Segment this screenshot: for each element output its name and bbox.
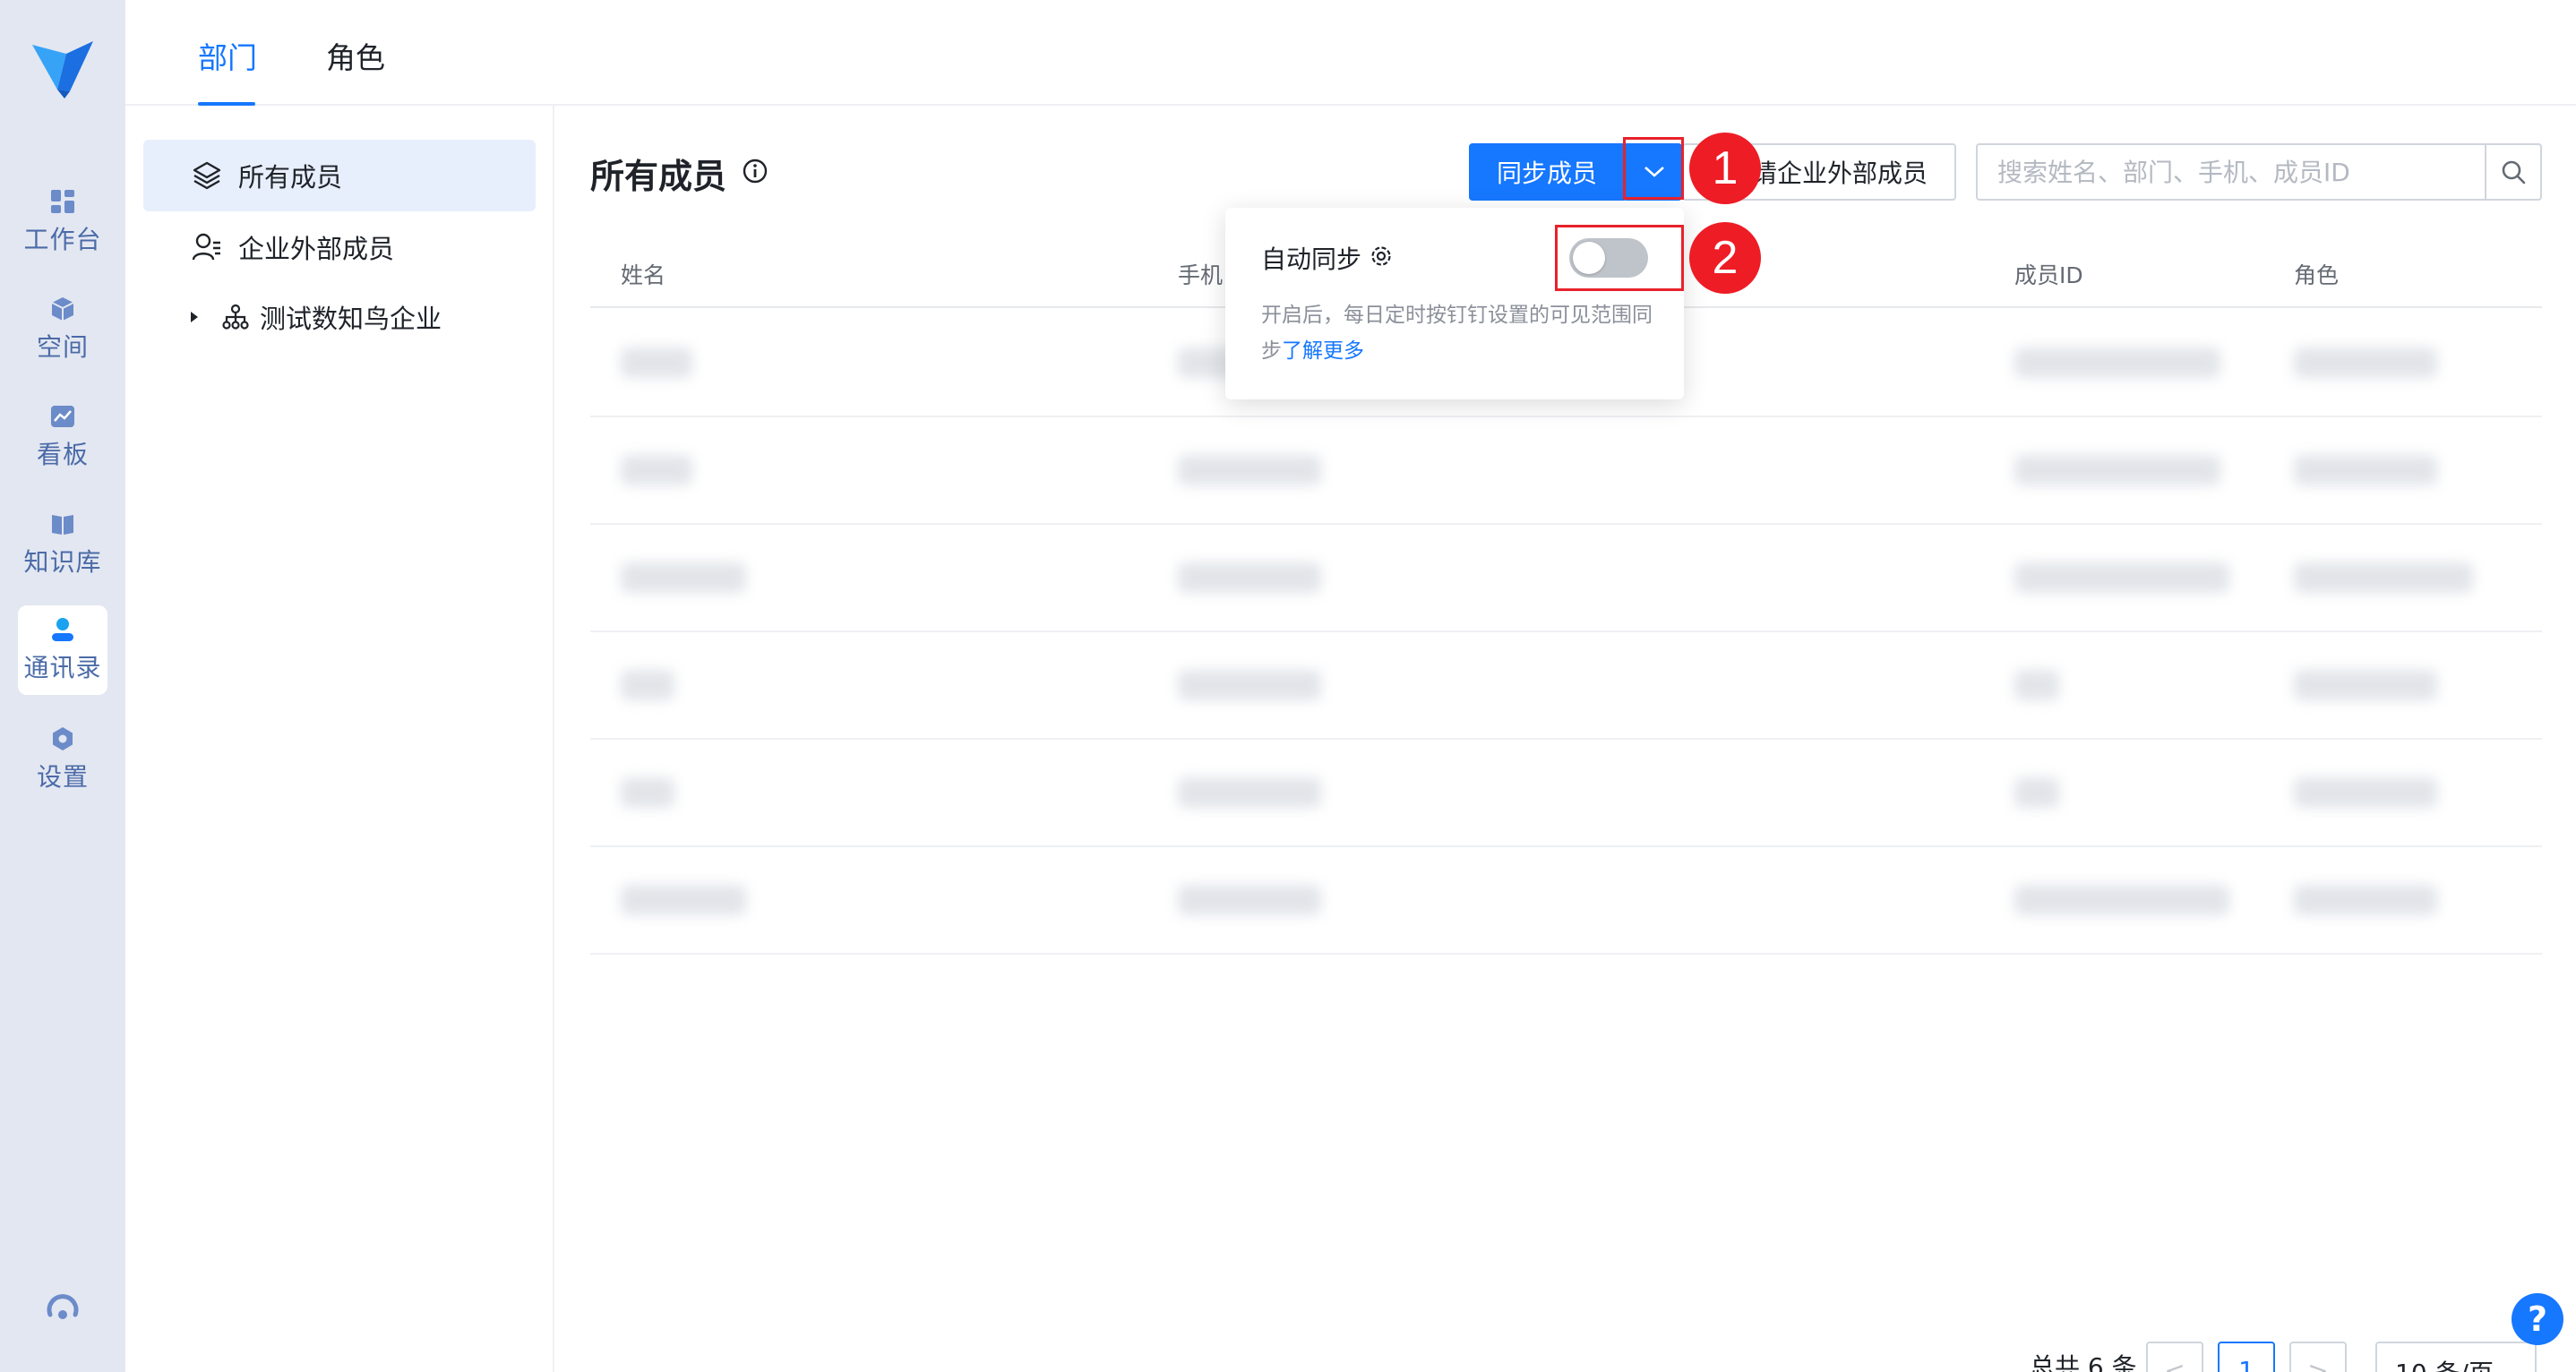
blurred-name	[621, 670, 674, 700]
external-user-icon	[192, 233, 220, 261]
tree-item-label: 测试数知鸟企业	[260, 304, 442, 334]
contacts-icon	[52, 618, 73, 641]
page-size-label: 10 条/页	[2395, 1359, 2494, 1372]
tree-item-label: 企业外部成员	[238, 234, 395, 264]
blurred-member-id	[2014, 777, 2059, 808]
gear-icon[interactable]	[1369, 244, 1394, 269]
annotation-badge-1: 1	[1689, 133, 1761, 204]
rail-label: 空间	[36, 332, 89, 362]
feedback-icon[interactable]	[43, 1288, 82, 1327]
pagination-page-1[interactable]: 1	[2218, 1342, 2275, 1372]
blurred-member-id	[2014, 347, 2220, 378]
blurred-role	[2294, 885, 2437, 915]
tree-item-org[interactable]: 测试数知鸟企业	[143, 281, 536, 353]
search-input[interactable]	[1976, 143, 2485, 201]
blurred-name	[621, 347, 692, 378]
blurred-role	[2294, 562, 2473, 593]
annotation-badge-2: 2	[1689, 222, 1761, 294]
pagination-next-button[interactable]: >	[2289, 1342, 2347, 1372]
blurred-phone	[1178, 777, 1321, 808]
pagination-total: 总共 6 条	[2030, 1352, 2137, 1372]
help-icon[interactable]: ?	[2512, 1293, 2563, 1345]
info-icon[interactable]	[743, 159, 768, 184]
left-nav-rail: 工作台 空间 看板 知识库 通讯录 设置	[0, 0, 125, 1372]
tree-item-label: 所有成员	[238, 162, 343, 193]
caret-right-icon[interactable]	[188, 309, 201, 325]
cube-icon	[51, 297, 74, 321]
table-row[interactable]	[590, 847, 2542, 955]
tab-role[interactable]: 角色	[326, 34, 385, 77]
blurred-name	[621, 562, 746, 593]
annotation-box-2	[1555, 225, 1684, 291]
rail-item-board[interactable]: 看板	[18, 392, 107, 482]
org-tree-icon	[222, 304, 249, 330]
invite-external-label: 请企业外部成员	[1751, 159, 1928, 188]
department-tree: 所有成员 企业外部成员 测试数知鸟企业	[125, 106, 554, 1372]
learn-more-link[interactable]: 了解更多	[1282, 339, 1364, 363]
table-row[interactable]	[590, 525, 2542, 632]
blurred-member-id	[2014, 670, 2059, 700]
rail-item-contacts[interactable]: 通讯录	[18, 605, 107, 695]
blurred-member-id	[2014, 885, 2229, 915]
gear-icon	[53, 727, 73, 750]
rail-item-settings[interactable]: 设置	[18, 715, 107, 804]
column-header-name[interactable]: 姓名	[621, 258, 665, 290]
column-header-role[interactable]: 角色	[2294, 258, 2339, 290]
auto-sync-title: 自动同步	[1261, 244, 1362, 274]
layers-icon	[193, 161, 221, 190]
chart-board-icon	[51, 406, 74, 427]
blurred-phone	[1178, 455, 1321, 485]
blurred-role	[2294, 347, 2437, 378]
blurred-phone	[1178, 562, 1321, 593]
rail-label: 知识库	[23, 547, 102, 577]
rail-item-knowledge[interactable]: 知识库	[18, 500, 107, 589]
pagination-prev-button[interactable]: <	[2146, 1342, 2203, 1372]
column-header-phone[interactable]: 手机	[1178, 258, 1223, 290]
tree-item-all-members[interactable]: 所有成员	[143, 140, 536, 211]
sync-members-label: 同步成员	[1496, 159, 1597, 188]
table-row[interactable]	[590, 417, 2542, 525]
blurred-role	[2294, 670, 2437, 700]
blurred-phone	[1178, 670, 1321, 700]
auto-sync-description: 开启后，每日定时按钉钉设置的可见范围同步了解更多	[1261, 297, 1664, 369]
rail-label: 工作台	[23, 225, 102, 254]
sync-members-button[interactable]: 同步成员	[1469, 143, 1625, 201]
app-logo-icon[interactable]	[30, 36, 95, 100]
rail-item-workbench[interactable]: 工作台	[18, 177, 107, 267]
annotation-box-1	[1623, 137, 1684, 200]
column-header-member-id[interactable]: 成员ID	[2014, 258, 2083, 290]
table-row[interactable]	[590, 632, 2542, 740]
blurred-phone	[1178, 885, 1321, 915]
blurred-role	[2294, 455, 2437, 485]
search-button[interactable]	[2485, 143, 2542, 201]
tree-item-external-members[interactable]: 企业外部成员	[143, 211, 536, 283]
search-icon	[2502, 160, 2526, 184]
rail-label: 看板	[36, 440, 89, 469]
rail-label: 通讯录	[23, 653, 102, 682]
top-tab-bar: 部门 角色	[125, 0, 2576, 106]
rail-item-space[interactable]: 空间	[18, 285, 107, 374]
tab-department[interactable]: 部门	[198, 34, 257, 77]
page-size-select[interactable]: 10 条/页	[2375, 1342, 2537, 1372]
rail-label: 设置	[36, 762, 89, 792]
dashboard-icon	[51, 190, 74, 213]
blurred-member-id	[2014, 455, 2220, 485]
book-icon	[52, 515, 73, 535]
table-row[interactable]	[590, 740, 2542, 847]
blurred-name	[621, 885, 746, 915]
blurred-name	[621, 777, 674, 808]
page-title: 所有成员	[590, 157, 727, 196]
blurred-member-id	[2014, 562, 2229, 593]
blurred-name	[621, 455, 692, 485]
blurred-role	[2294, 777, 2437, 808]
